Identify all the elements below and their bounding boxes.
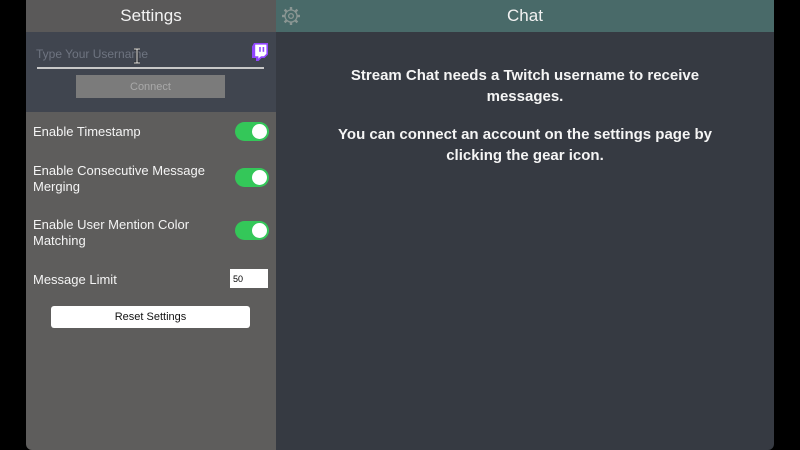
toggle-knob	[252, 170, 267, 185]
settings-title: Settings	[120, 6, 182, 25]
chat-message-line1: Stream Chat needs a Twitch username to r…	[350, 67, 700, 105]
chat-panel: Chat Stream Chat needs a Twitch username…	[276, 0, 774, 450]
connect-button[interactable]: Connect	[76, 75, 225, 98]
chat-message-line2: You can connect an account on the settin…	[338, 126, 712, 164]
text-cursor-icon	[134, 48, 140, 64]
toggle-knob	[252, 124, 267, 139]
stream-chat-app: Settings Connect Enable Timestamp En	[26, 0, 774, 450]
mention-color-toggle[interactable]	[235, 221, 269, 240]
twitch-icon[interactable]	[252, 43, 268, 61]
chat-header: Chat	[276, 0, 774, 32]
setting-enable-timestamp: Enable Timestamp	[33, 124, 269, 140]
timestamp-toggle[interactable]	[235, 122, 269, 141]
settings-panel: Settings Connect Enable Timestamp En	[26, 0, 276, 450]
settings-header: Settings	[26, 0, 276, 32]
message-merging-toggle[interactable]	[235, 168, 269, 187]
chat-empty-message: Stream Chat needs a Twitch username to r…	[325, 65, 725, 183]
account-section: Connect	[26, 32, 276, 112]
reset-settings-button[interactable]: Reset Settings	[51, 306, 250, 328]
gear-icon[interactable]	[280, 5, 302, 27]
username-input[interactable]	[36, 44, 251, 64]
message-limit-input[interactable]	[230, 269, 268, 288]
setting-label: Enable Consecutive Message Merging	[33, 163, 205, 194]
toggle-knob	[252, 223, 267, 238]
setting-mention-color: Enable User Mention Color Matching	[33, 217, 208, 249]
setting-label: Enable Timestamp	[33, 124, 141, 139]
chat-title: Chat	[507, 6, 543, 25]
setting-label: Enable User Mention Color Matching	[33, 217, 190, 248]
setting-message-merging: Enable Consecutive Message Merging	[33, 163, 223, 195]
message-limit-label: Message Limit	[33, 272, 117, 287]
username-underline	[37, 67, 264, 69]
